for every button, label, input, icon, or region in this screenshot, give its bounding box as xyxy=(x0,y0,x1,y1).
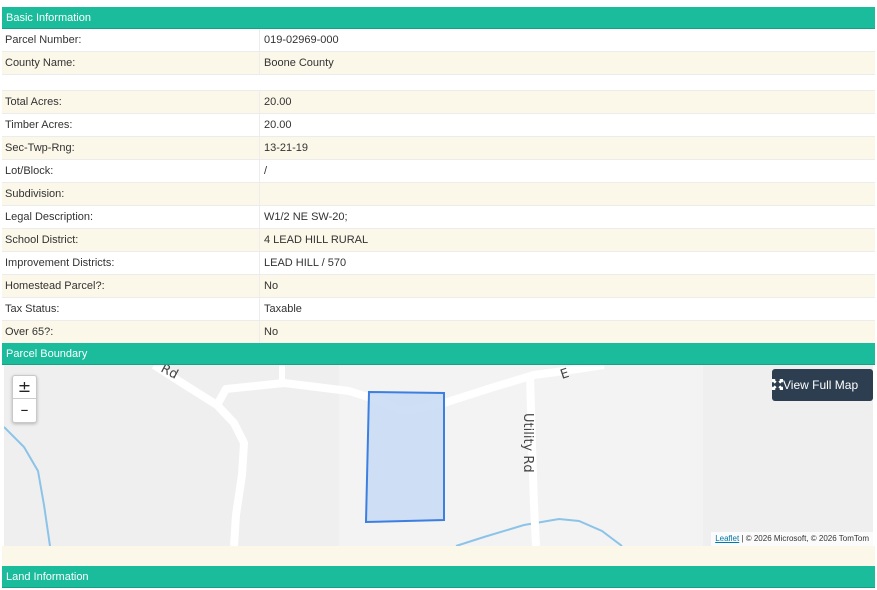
row-value: Taxable xyxy=(264,303,302,315)
parcel-polygon[interactable] xyxy=(364,390,445,524)
table-row: County Name: Boone County xyxy=(2,52,875,75)
row-label: County Name: xyxy=(5,57,76,69)
row-value: No xyxy=(264,280,279,292)
view-full-map-label: View Full Map xyxy=(783,378,859,392)
row-value: 20.00 xyxy=(264,96,292,108)
row-value: 019-02969-000 xyxy=(264,34,339,46)
row-label: Timber Acres: xyxy=(5,119,73,131)
table-row: School District: 4 LEAD HILL RURAL xyxy=(2,229,875,252)
row-label: Over 65?: xyxy=(5,326,54,338)
map-footer-band xyxy=(2,546,875,566)
road-label: Utility Rd xyxy=(520,413,535,473)
table-row: Improvement Districts: LEAD HILL / 570 xyxy=(2,252,875,275)
leaflet-link[interactable]: Leaflet xyxy=(715,534,739,543)
row-label: Parcel Number: xyxy=(5,34,82,46)
table-row: Timber Acres: 20.00 xyxy=(2,114,875,137)
row-label: Tax Status: xyxy=(5,303,60,315)
parcel-map[interactable]: Rd E Utility Rd ± – View Full Map Leafle… xyxy=(4,365,873,546)
map-canvas: Rd E Utility Rd xyxy=(4,365,873,546)
row-label: Improvement Districts: xyxy=(5,257,115,269)
table-row: Tax Status: Taxable xyxy=(2,298,875,321)
table-row: Legal Description: W1/2 NE SW-20; xyxy=(2,206,875,229)
row-label: Total Acres: xyxy=(5,96,62,108)
table-row: Parcel Number: 019-02969-000 xyxy=(2,29,875,52)
row-label: Subdivision: xyxy=(5,188,65,200)
table-row: Total Acres: 20.00 xyxy=(2,91,875,114)
table-row: Subdivision: xyxy=(2,183,875,206)
row-label: Legal Description: xyxy=(5,211,94,223)
row-label: School District: xyxy=(5,234,79,246)
row-label: Lot/Block: xyxy=(5,165,54,177)
zoom-control: ± – xyxy=(12,375,37,423)
view-full-map-button[interactable]: View Full Map xyxy=(772,369,873,401)
table-row: Sec-Twp-Rng: 13-21-19 xyxy=(2,137,875,160)
zoom-in-button[interactable]: ± xyxy=(13,376,36,398)
expand-icon xyxy=(772,379,783,390)
table-row: Lot/Block: / xyxy=(2,160,875,183)
table-row: Homestead Parcel?: No xyxy=(2,275,875,298)
row-value: Boone County xyxy=(264,57,334,69)
land-information-header: Land Information xyxy=(2,566,875,588)
zoom-out-button[interactable]: – xyxy=(13,398,36,421)
row-value: 13-21-19 xyxy=(264,142,309,154)
row-value: 4 LEAD HILL RURAL xyxy=(264,234,369,246)
map-attribution: Leaflet | © 2026 Microsoft, © 2026 TomTo… xyxy=(711,532,873,546)
row-label: Homestead Parcel?: xyxy=(5,280,105,292)
row-value: LEAD HILL / 570 xyxy=(264,257,347,269)
basic-information-header: Basic Information xyxy=(2,7,875,29)
row-label: Sec-Twp-Rng: xyxy=(5,142,75,154)
row-value: 20.00 xyxy=(264,119,292,131)
table-row: Over 65?: No xyxy=(2,321,875,344)
row-value: No xyxy=(264,326,279,338)
spacer-row xyxy=(2,75,875,91)
row-value: / xyxy=(264,165,268,177)
row-value: W1/2 NE SW-20; xyxy=(264,211,348,223)
parcel-boundary-header: Parcel Boundary xyxy=(2,343,875,365)
attribution-text: | © 2026 Microsoft, © 2026 TomTom xyxy=(739,534,869,543)
